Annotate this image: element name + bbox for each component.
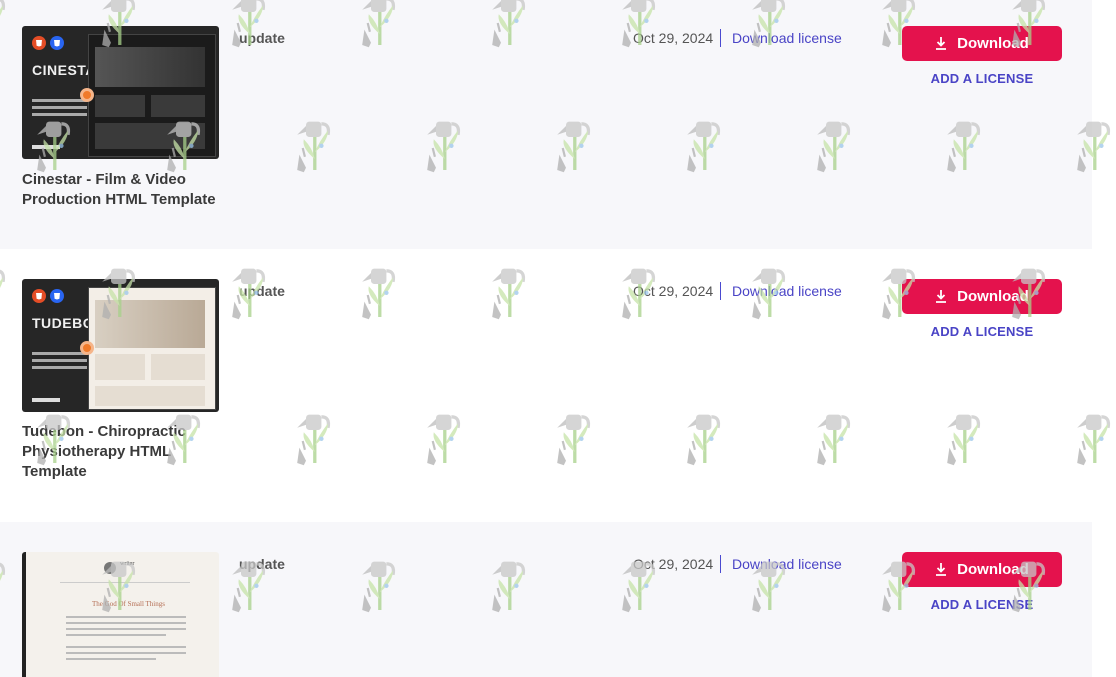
download-arrow-icon [936, 563, 947, 576]
item-date: Oct 29, 2024 [633, 30, 714, 46]
product-title[interactable]: Cinestar - Film & Video Production HTML … [22, 170, 222, 210]
item-date: Oct 29, 2024 [633, 283, 714, 299]
item-date: Oct 29, 2024 [633, 556, 714, 572]
thumbnail-screenshot [88, 34, 216, 157]
download-arrow-icon [936, 290, 947, 303]
screenshot-block [95, 95, 145, 117]
avatar [104, 562, 116, 574]
thumbnail-art: CINESTAR [22, 26, 219, 159]
download-arrow-icon [936, 37, 947, 50]
play-badge-icon [80, 341, 94, 355]
screenshot-hero [95, 300, 205, 348]
product-thumbnail[interactable]: CINESTAR [22, 26, 219, 159]
download-button[interactable]: Download [902, 279, 1062, 314]
download-license-link[interactable]: Download license [732, 556, 842, 572]
product-thumbnail[interactable]: writer The God Of Small Things [22, 552, 219, 677]
thumbnail-footer [32, 145, 60, 149]
thumbnail-text-line [66, 658, 156, 660]
download-list: CINESTAR Cinestar - Film & Video Product… [0, 0, 1092, 677]
download-button[interactable]: Download [902, 26, 1062, 61]
thumbnail-divider [60, 582, 190, 583]
separator [720, 29, 721, 47]
screenshot-block [95, 354, 145, 380]
item-tag: update [239, 283, 285, 299]
screenshot-block [151, 95, 205, 117]
thumbnail-text-line [66, 622, 186, 624]
add-license-link[interactable]: ADD A LICENSE [902, 597, 1062, 612]
html5-icon [32, 36, 46, 50]
thumbnail-text-line [66, 652, 186, 654]
download-button-label: Download [957, 35, 1029, 52]
item-tag: update [239, 556, 285, 572]
download-license-link[interactable]: Download license [732, 30, 842, 46]
add-license-link[interactable]: ADD A LICENSE [902, 71, 1062, 86]
screenshot-hero [95, 47, 205, 87]
download-button-label: Download [957, 288, 1029, 305]
thumbnail-text-line [66, 628, 186, 630]
css3-icon [50, 289, 64, 303]
item-tag: update [239, 30, 285, 46]
add-license-link[interactable]: ADD A LICENSE [902, 324, 1062, 339]
thumbnail-text-line [66, 616, 186, 618]
download-license-link[interactable]: Download license [732, 283, 842, 299]
list-item: TUDEBON Tudebon - Chiropractic Physiothe… [0, 249, 1092, 522]
html5-icon [32, 289, 46, 303]
thumbnail-heading: The God Of Small Things [92, 600, 165, 608]
separator [720, 555, 721, 573]
tech-badges [32, 36, 64, 50]
download-button[interactable]: Download [902, 552, 1062, 587]
thumbnail-screenshot [88, 287, 216, 410]
play-badge-icon [80, 88, 94, 102]
thumbnail-art: writer The God Of Small Things [22, 552, 219, 677]
list-item: CINESTAR Cinestar - Film & Video Product… [0, 0, 1092, 249]
screenshot-block [95, 123, 205, 149]
thumbnail-bullets [32, 99, 87, 120]
product-thumbnail[interactable]: TUDEBON [22, 279, 219, 412]
thumbnail-footer [32, 398, 60, 402]
thumbnail-art: TUDEBON [22, 279, 219, 412]
download-button-label: Download [957, 561, 1029, 578]
thumbnail-name: writer [120, 561, 135, 567]
tech-badges [32, 289, 64, 303]
screenshot-block [151, 354, 205, 380]
product-title[interactable]: Tudebon - Chiropractic Physiotherapy HTM… [22, 422, 222, 482]
css3-icon [50, 36, 64, 50]
thumbnail-text-line [66, 634, 166, 636]
thumbnail-bullets [32, 352, 87, 373]
screenshot-block [95, 386, 205, 406]
thumbnail-text-line [66, 646, 186, 648]
separator [720, 282, 721, 300]
list-item: writer The God Of Small Things update Oc… [0, 522, 1092, 677]
